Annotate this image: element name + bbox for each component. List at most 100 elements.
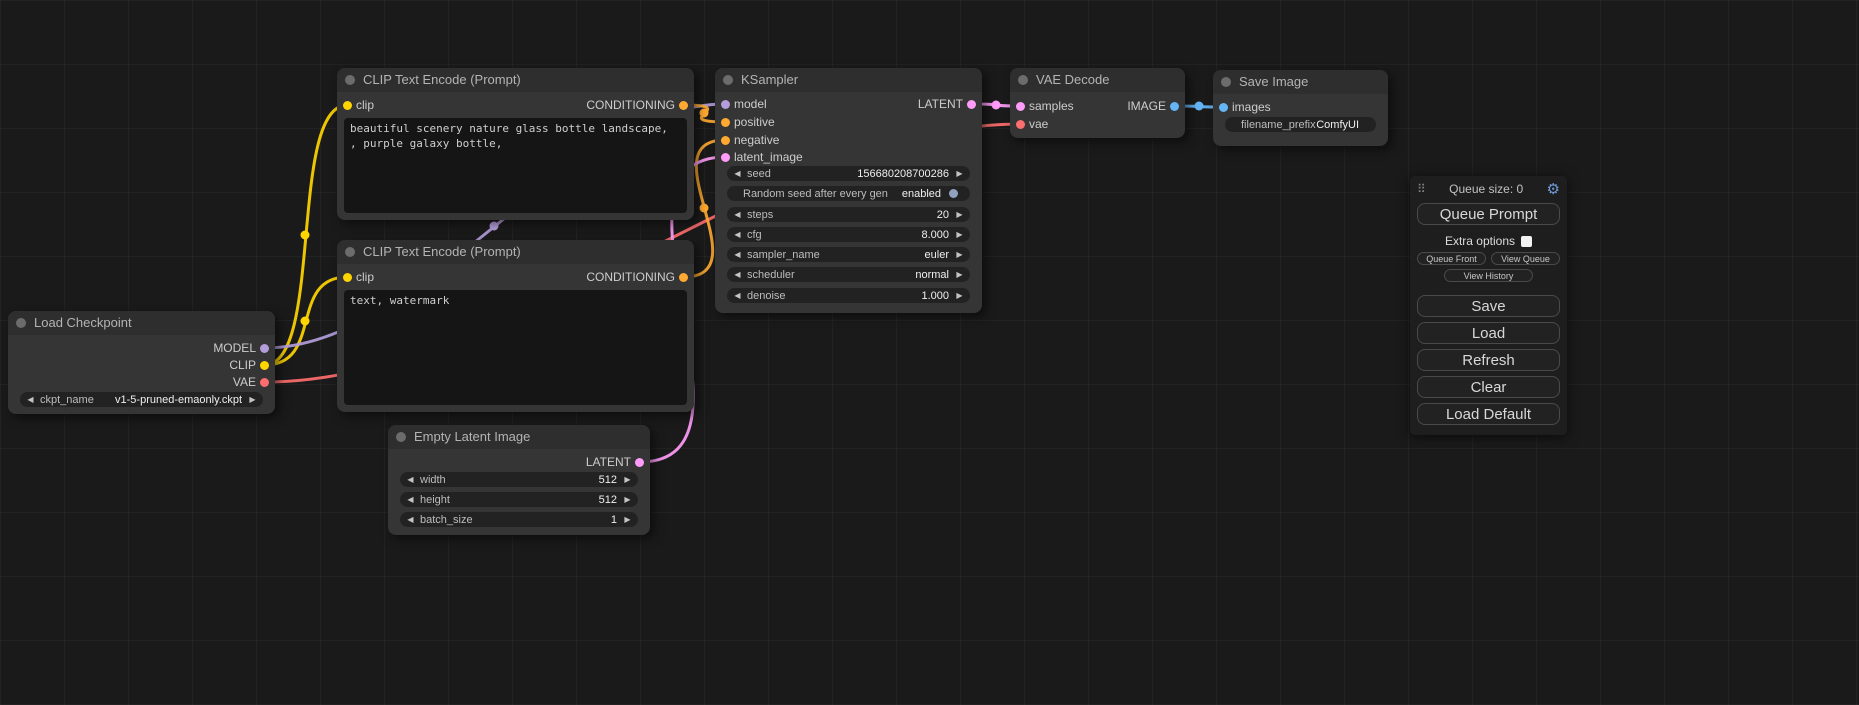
load-default-button[interactable]: Load Default (1417, 403, 1560, 425)
slot-dot-image[interactable] (1170, 102, 1179, 111)
ckpt-name-widget[interactable]: ◀ ckpt_name v1-5-pruned-emaonly.ckpt ▶ (20, 392, 263, 407)
seed-widget[interactable]: ◀ seed 156680208700286 ▶ (727, 166, 970, 181)
node-graph-canvas[interactable]: Load Checkpoint MODEL CLIP VAE ◀ ckpt_na… (0, 0, 1859, 705)
input-slot-images[interactable]: images (1232, 99, 1271, 115)
toggle-knob-icon[interactable] (949, 189, 958, 198)
increment-arrow-icon[interactable]: ▶ (954, 250, 965, 259)
collapse-toggle-icon[interactable] (723, 75, 733, 85)
collapse-toggle-icon[interactable] (16, 318, 26, 328)
input-slot-positive[interactable]: positive (734, 114, 775, 130)
output-slot-latent[interactable]: LATENT (586, 454, 631, 470)
settings-gear-icon[interactable]: ⚙ (1547, 182, 1560, 197)
node-ksampler[interactable]: KSampler model positive negative latent_… (715, 68, 982, 313)
node-clip-text-encode-positive[interactable]: CLIP Text Encode (Prompt) clip CONDITION… (337, 68, 694, 220)
input-slot-model[interactable]: model (734, 96, 767, 112)
increment-arrow-icon[interactable]: ▶ (954, 230, 965, 239)
node-titlebar[interactable]: Save Image (1213, 70, 1388, 94)
output-slot-latent[interactable]: LATENT (918, 96, 963, 112)
input-slot-vae[interactable]: vae (1029, 116, 1048, 132)
decrement-arrow-icon[interactable]: ◀ (25, 395, 36, 404)
denoise-widget[interactable]: ◀ denoise 1.000 ▶ (727, 288, 970, 303)
node-load-checkpoint[interactable]: Load Checkpoint MODEL CLIP VAE ◀ ckpt_na… (8, 311, 275, 414)
decrement-arrow-icon[interactable]: ◀ (405, 515, 416, 524)
node-titlebar[interactable]: KSampler (715, 68, 982, 92)
node-titlebar[interactable]: Load Checkpoint (8, 311, 275, 335)
queue-front-button[interactable]: Queue Front (1417, 252, 1486, 265)
load-button[interactable]: Load (1417, 322, 1560, 344)
node-titlebar[interactable]: VAE Decode (1010, 68, 1185, 92)
decrement-arrow-icon[interactable]: ◀ (732, 270, 743, 279)
slot-dot-conditioning[interactable] (679, 101, 688, 110)
queue-prompt-button[interactable]: Queue Prompt (1417, 203, 1560, 225)
node-empty-latent-image[interactable]: Empty Latent Image LATENT ◀ width 512 ▶ … (388, 425, 650, 535)
filename-prefix-widget[interactable]: filename_prefix ComfyUI (1225, 117, 1376, 132)
slot-dot-latent[interactable] (635, 458, 644, 467)
output-slot-conditioning[interactable]: CONDITIONING (586, 269, 675, 285)
increment-arrow-icon[interactable]: ▶ (622, 515, 633, 524)
collapse-toggle-icon[interactable] (1018, 75, 1028, 85)
increment-arrow-icon[interactable]: ▶ (954, 210, 965, 219)
decrement-arrow-icon[interactable]: ◀ (732, 169, 743, 178)
slot-dot-latent[interactable] (1016, 102, 1025, 111)
scheduler-widget[interactable]: ◀ scheduler normal ▶ (727, 267, 970, 282)
save-button[interactable]: Save (1417, 295, 1560, 317)
node-titlebar[interactable]: CLIP Text Encode (Prompt) (337, 68, 694, 92)
output-slot-clip[interactable]: CLIP (229, 357, 256, 373)
collapse-toggle-icon[interactable] (345, 75, 355, 85)
slot-dot-vae[interactable] (260, 378, 269, 387)
slot-dot-image[interactable] (1219, 103, 1228, 112)
height-widget[interactable]: ◀ height 512 ▶ (400, 492, 638, 507)
output-slot-conditioning[interactable]: CONDITIONING (586, 97, 675, 113)
slot-dot-clip[interactable] (343, 101, 352, 110)
slot-dot-clip[interactable] (260, 361, 269, 370)
positive-prompt-textarea[interactable]: beautiful scenery nature glass bottle la… (344, 118, 687, 213)
slot-dot-latent[interactable] (721, 153, 730, 162)
output-slot-model[interactable]: MODEL (213, 340, 256, 356)
output-slot-vae[interactable]: VAE (233, 374, 256, 390)
input-slot-latent-image[interactable]: latent_image (734, 149, 803, 165)
collapse-toggle-icon[interactable] (1221, 77, 1231, 87)
collapse-toggle-icon[interactable] (396, 432, 406, 442)
decrement-arrow-icon[interactable]: ◀ (405, 495, 416, 504)
increment-arrow-icon[interactable]: ▶ (954, 169, 965, 178)
node-titlebar[interactable]: Empty Latent Image (388, 425, 650, 449)
negative-prompt-textarea[interactable]: text, watermark (344, 290, 687, 405)
view-history-button[interactable]: View History (1444, 269, 1533, 282)
slot-dot-conditioning[interactable] (679, 273, 688, 282)
node-clip-text-encode-negative[interactable]: CLIP Text Encode (Prompt) clip CONDITION… (337, 240, 694, 412)
slot-dot-clip[interactable] (343, 273, 352, 282)
slot-dot-vae[interactable] (1016, 120, 1025, 129)
slot-dot-conditioning[interactable] (721, 136, 730, 145)
slot-dot-latent[interactable] (967, 100, 976, 109)
decrement-arrow-icon[interactable]: ◀ (732, 230, 743, 239)
batch-size-widget[interactable]: ◀ batch_size 1 ▶ (400, 512, 638, 527)
input-slot-samples[interactable]: samples (1029, 98, 1074, 114)
clear-button[interactable]: Clear (1417, 376, 1560, 398)
decrement-arrow-icon[interactable]: ◀ (405, 475, 416, 484)
collapse-toggle-icon[interactable] (345, 247, 355, 257)
node-vae-decode[interactable]: VAE Decode samples vae IMAGE (1010, 68, 1185, 138)
random-seed-toggle-widget[interactable]: Random seed after every gen enabled (727, 186, 970, 201)
refresh-button[interactable]: Refresh (1417, 349, 1560, 371)
output-slot-image[interactable]: IMAGE (1127, 98, 1166, 114)
node-titlebar[interactable]: CLIP Text Encode (Prompt) (337, 240, 694, 264)
increment-arrow-icon[interactable]: ▶ (622, 475, 633, 484)
view-queue-button[interactable]: View Queue (1491, 252, 1560, 265)
drag-handle-icon[interactable]: ⠿ (1417, 182, 1426, 196)
cfg-widget[interactable]: ◀ cfg 8.000 ▶ (727, 227, 970, 242)
sampler-name-widget[interactable]: ◀ sampler_name euler ▶ (727, 247, 970, 262)
increment-arrow-icon[interactable]: ▶ (954, 270, 965, 279)
slot-dot-model[interactable] (721, 100, 730, 109)
decrement-arrow-icon[interactable]: ◀ (732, 250, 743, 259)
decrement-arrow-icon[interactable]: ◀ (732, 210, 743, 219)
slot-dot-conditioning[interactable] (721, 118, 730, 127)
increment-arrow-icon[interactable]: ▶ (622, 495, 633, 504)
node-save-image[interactable]: Save Image images filename_prefix ComfyU… (1213, 70, 1388, 146)
input-slot-clip[interactable]: clip (356, 269, 374, 285)
increment-arrow-icon[interactable]: ▶ (247, 395, 258, 404)
increment-arrow-icon[interactable]: ▶ (954, 291, 965, 300)
extra-options-checkbox[interactable] (1521, 236, 1532, 247)
slot-dot-model[interactable] (260, 344, 269, 353)
input-slot-clip[interactable]: clip (356, 97, 374, 113)
input-slot-negative[interactable]: negative (734, 132, 779, 148)
